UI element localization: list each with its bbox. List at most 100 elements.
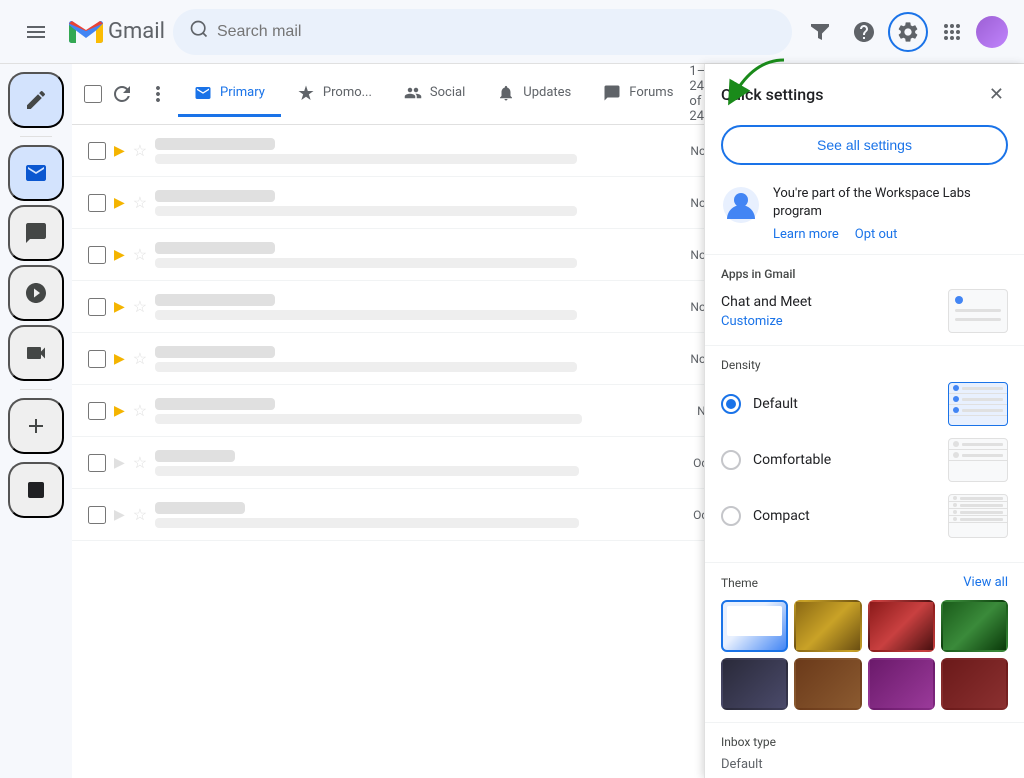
density-option-compact: Compact [721,494,1008,538]
email-sender [155,294,275,306]
dp-line [962,409,1003,412]
email-content [155,138,682,164]
theme-thumb-dark[interactable] [721,658,788,710]
compose-icon-btn[interactable] [8,72,64,128]
topbar-right [800,12,1008,52]
search-input[interactable] [217,23,776,41]
star-icon[interactable]: ☆ [133,453,147,472]
email-checkbox[interactable] [88,506,106,524]
settings-button[interactable] [888,12,928,52]
email-subject [155,362,577,372]
email-checkbox[interactable] [88,194,106,212]
tab-updates[interactable]: Updates [481,72,587,117]
view-all-link[interactable]: View all [963,575,1008,590]
email-checkbox[interactable] [88,298,106,316]
filter-button[interactable] [800,12,840,52]
star-icon[interactable]: ☆ [133,349,147,368]
search-icon [189,19,209,44]
dp-icon [953,503,957,507]
dp-row [949,516,1007,523]
search-bar[interactable] [173,9,792,55]
theme-thumb-default[interactable] [721,600,788,652]
theme-preview-inner [727,606,782,636]
email-checkbox[interactable] [88,142,106,160]
radio-default[interactable] [721,394,741,414]
refresh-button[interactable] [106,78,138,110]
tab-promotions[interactable]: Promo... [281,72,388,117]
workspace-text: You're part of the Workspace Labs progra… [773,185,1008,221]
theme-thumb-green[interactable] [941,600,1008,652]
email-content [155,450,685,476]
dp-row [949,450,1007,461]
table-row[interactable]: ▶ ☆ Nov 23 [72,229,744,281]
inbox-section: Inbox type Default [705,723,1024,778]
see-all-settings-button[interactable]: See all settings [721,125,1008,165]
tab-actions [80,70,178,118]
radio-compact[interactable] [721,506,741,526]
sidebar-spaces-btn[interactable] [8,265,64,321]
tab-updates-label: Updates [523,85,571,100]
star-icon[interactable]: ☆ [133,193,147,212]
email-content [155,190,682,216]
learn-more-link[interactable]: Learn more [773,227,839,242]
email-content [155,502,685,528]
dp-icon [953,496,957,500]
email-checkbox[interactable] [88,246,106,264]
table-row[interactable]: ▶ ☆ Oct 26 [72,437,744,489]
dp-row [949,495,1007,502]
sidebar-chat-btn[interactable] [8,205,64,261]
google-apps-button[interactable] [932,12,972,52]
star-icon[interactable]: ☆ [133,297,147,316]
email-sender [155,502,245,514]
email-sender [155,138,275,150]
theme-thumb-wood[interactable] [794,600,861,652]
chat-meet-label-area: Chat and Meet Customize [721,294,812,329]
sidebar-label-btn[interactable] [8,462,64,518]
star-icon[interactable]: ☆ [133,505,147,524]
tab-social[interactable]: Social [388,72,481,117]
email-checkbox[interactable] [88,402,106,420]
select-all-checkbox[interactable] [84,85,102,103]
qs-close-button[interactable]: ✕ [985,80,1008,109]
table-row[interactable]: ▶ ☆ Nov 27 [72,125,744,177]
email-sender [155,190,275,202]
email-subject [155,518,579,528]
theme-thumb-brown[interactable] [794,658,861,710]
important-icon: ▶ [114,247,125,263]
theme-thumb-red[interactable] [868,600,935,652]
apps-section: Apps in Gmail Chat and Meet Customize [705,255,1024,346]
customize-link[interactable]: Customize [721,314,812,329]
table-row[interactable]: ▶ ☆ Nov 2 [72,385,744,437]
dp-line [960,504,1003,507]
email-checkbox[interactable] [88,454,106,472]
radio-comfortable[interactable] [721,450,741,470]
table-row[interactable]: ▶ ☆ Nov 24 [72,177,744,229]
important-icon: ▶ [114,455,125,471]
table-row[interactable]: ▶ ☆ Nov 16 [72,281,744,333]
table-row[interactable]: ▶ ☆ Nov 14 [72,333,744,385]
tab-primary[interactable]: Primary [178,72,281,117]
theme-thumb-purple[interactable] [868,658,935,710]
table-row[interactable]: ▶ ☆ Oct 24 [72,489,744,541]
star-icon[interactable]: ☆ [133,401,147,420]
density-comfortable-label-area: Comfortable [721,450,831,470]
help-button[interactable] [844,12,884,52]
tab-forums[interactable]: Forums [587,72,689,117]
opt-out-link[interactable]: Opt out [855,227,898,242]
avatar[interactable] [976,16,1008,48]
menu-button[interactable] [16,12,56,52]
star-icon[interactable]: ☆ [133,141,147,160]
density-preview-default [948,382,1008,426]
sidebar-mail-btn[interactable] [8,145,64,201]
email-checkbox[interactable] [88,350,106,368]
star-icon[interactable]: ☆ [133,245,147,264]
gmail-logo: Gmail [68,19,165,45]
theme-thumb-maroon[interactable] [941,658,1008,710]
more-options-button[interactable] [142,78,174,110]
density-preview-comfortable [948,438,1008,482]
dp-row [949,439,1007,450]
sidebar-meet-btn[interactable] [8,325,64,381]
apps-preview-dot [955,296,963,304]
sidebar-add-btn[interactable] [8,398,64,454]
tab-forums-label: Forums [629,85,673,100]
